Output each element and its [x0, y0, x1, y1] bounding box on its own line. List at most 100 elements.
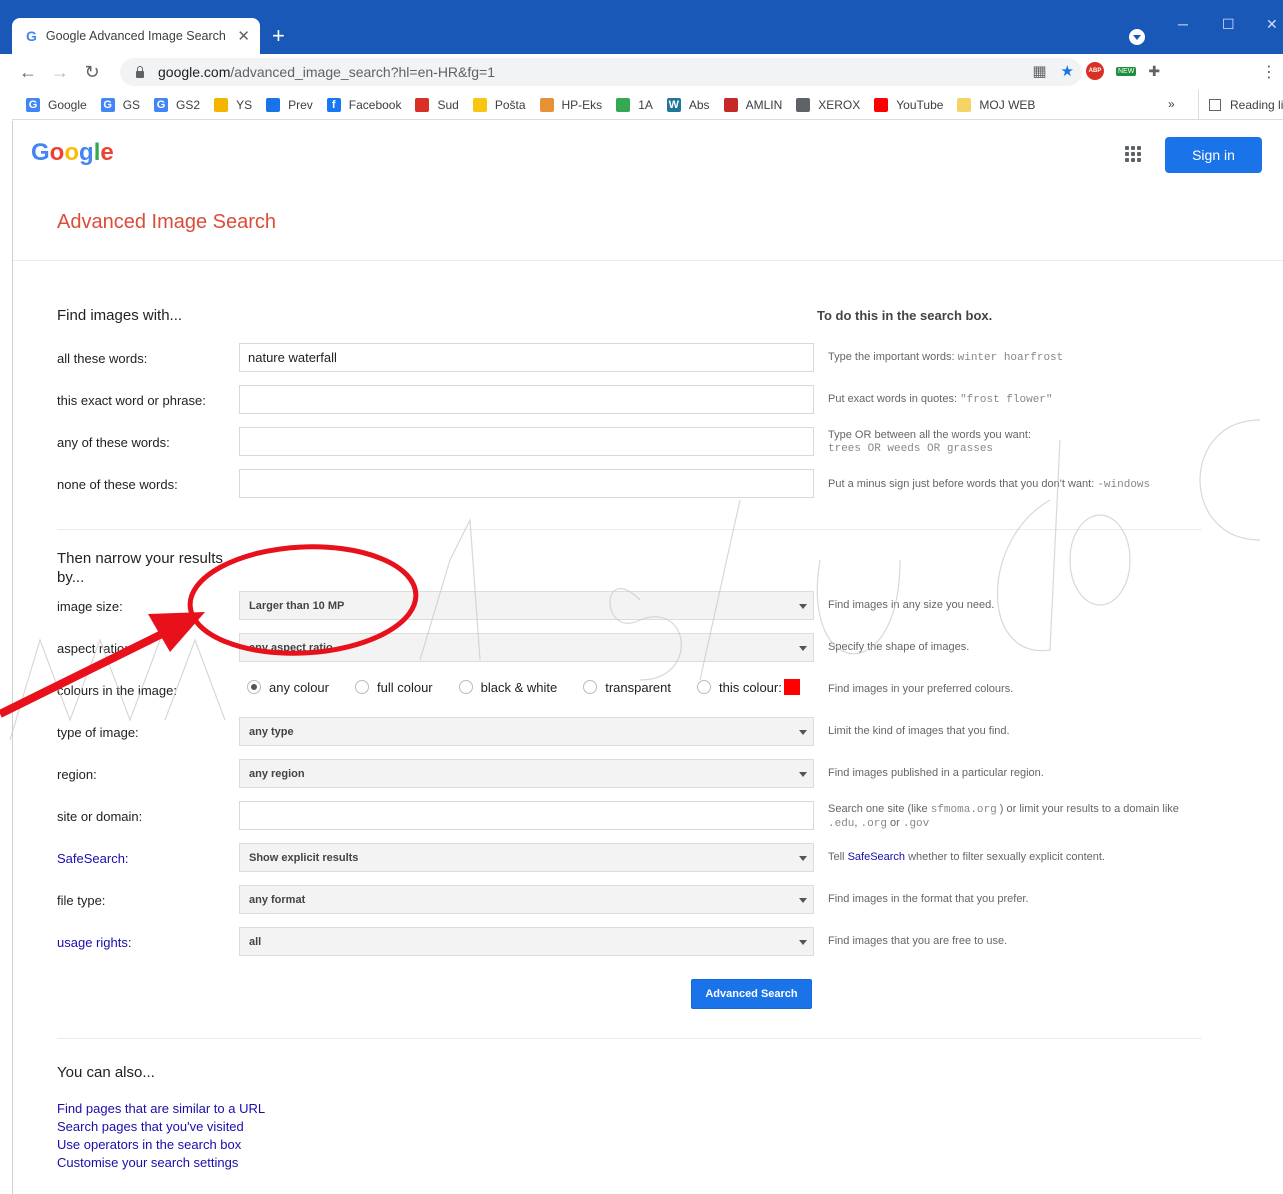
bookmark-icon: G	[100, 97, 115, 112]
safesearch-select[interactable]: Show explicit results	[239, 843, 814, 872]
none-words-hint: Put a minus sign just before words that …	[828, 478, 1151, 491]
google-favicon-icon: G	[26, 28, 37, 44]
also-heading: You can also...	[57, 1064, 155, 1081]
bookmark-item[interactable]: G GS2	[154, 97, 200, 112]
image-size-select[interactable]: Larger than 10 MP	[239, 591, 814, 620]
colour-swatch[interactable]	[783, 679, 800, 695]
any-words-input[interactable]	[239, 427, 814, 456]
search-settings-link[interactable]: Customise your search settings	[57, 1155, 238, 1170]
bookmark-item[interactable]: f Facebook	[326, 97, 402, 112]
safesearch-link[interactable]: SafeSearch:	[57, 851, 129, 866]
colours-label: colours in the image:	[57, 683, 177, 698]
new-extension-icon[interactable]: NEW	[1116, 66, 1137, 76]
file-type-select[interactable]: any format	[239, 885, 814, 914]
bookmark-item[interactable]: W Abs	[666, 97, 710, 112]
bookmark-item[interactable]: HP-Eks	[539, 97, 603, 112]
bookmark-item[interactable]: 1A	[616, 97, 653, 112]
bookmark-item[interactable]: XEROX	[796, 97, 860, 112]
region-label: region:	[57, 767, 97, 782]
reload-icon[interactable]: ↻	[76, 62, 108, 83]
bookmark-label: Facebook	[348, 97, 402, 112]
bookmark-label: Prev	[288, 97, 313, 112]
new-tab-icon[interactable]: +	[272, 24, 285, 48]
bookmarks-more-icon[interactable]: »	[1168, 97, 1175, 111]
back-arrow-icon[interactable]: ←	[12, 62, 44, 83]
bookmark-item[interactable]: Prev	[266, 97, 313, 112]
exact-phrase-label: this exact word or phrase:	[57, 393, 206, 408]
browser-toolbar: ← → ↻ google.com/advanced_image_search?h…	[12, 54, 1283, 90]
address-bar[interactable]: google.com/advanced_image_search?hl=en-H…	[120, 58, 1082, 86]
aspect-ratio-label: aspect ratio:	[57, 641, 128, 656]
adblock-extension-icon[interactable]: ABP	[1086, 62, 1104, 80]
bookmark-icon	[616, 97, 631, 112]
radio-black-white[interactable]: black & white	[458, 680, 557, 695]
similar-url-link[interactable]: Find pages that are similar to a URL	[57, 1101, 265, 1116]
operators-link[interactable]: Use operators in the search box	[57, 1137, 241, 1152]
browser-tab[interactable]: G Google Advanced Image Search ✕	[12, 18, 260, 54]
aspect-ratio-select[interactable]: any aspect ratio	[239, 633, 814, 662]
advanced-search-button[interactable]: Advanced Search	[691, 979, 812, 1009]
browser-menu-icon[interactable]: ⋮	[1261, 62, 1277, 82]
all-words-input[interactable]	[239, 343, 814, 372]
visited-pages-link[interactable]: Search pages that you've visited	[57, 1119, 244, 1134]
usage-rights-select[interactable]: all	[239, 927, 814, 956]
exact-phrase-hint: Put exact words in quotes: "frost flower…	[828, 393, 1053, 406]
minimize-icon[interactable]: ─	[1178, 16, 1188, 32]
usage-rights-link[interactable]: usage rights:	[57, 935, 131, 950]
exact-phrase-input[interactable]	[239, 385, 814, 414]
forward-arrow-icon[interactable]: →	[44, 62, 76, 83]
colour-radio-group: any colour full colour black & white tra…	[247, 679, 800, 695]
bookmark-item[interactable]: Pošta	[472, 97, 526, 112]
chevron-down-icon	[799, 730, 807, 735]
type-hint: Limit the kind of images that you find.	[828, 725, 1010, 737]
image-size-label: image size:	[57, 599, 123, 614]
sign-in-button[interactable]: Sign in	[1165, 137, 1262, 173]
radio-any-colour[interactable]: any colour	[247, 680, 329, 695]
bookmark-item[interactable]: MOJ WEB	[957, 97, 1035, 112]
bookmark-label: YS	[236, 97, 253, 112]
maximize-icon[interactable]: ☐	[1222, 16, 1235, 33]
none-words-input[interactable]	[239, 469, 814, 498]
google-apps-icon[interactable]	[1125, 146, 1141, 162]
radio-full-colour[interactable]: full colour	[354, 680, 433, 695]
site-input[interactable]	[239, 801, 814, 830]
bookmark-item[interactable]: AMLIN	[723, 97, 782, 112]
bookmark-icon	[539, 97, 554, 112]
bookmark-item[interactable]: YS	[214, 97, 253, 112]
file-type-label: file type:	[57, 893, 106, 908]
radio-transparent[interactable]: transparent	[583, 680, 671, 695]
chevron-down-icon	[799, 898, 807, 903]
lock-icon	[134, 66, 146, 78]
bookmark-item[interactable]: YouTube	[874, 97, 943, 112]
bookmark-label: HP-Eks	[561, 97, 603, 112]
extensions-puzzle-icon[interactable]: ✚	[1148, 63, 1160, 80]
bookmark-item[interactable]: Sud	[415, 97, 459, 112]
bookmark-label: 1A	[638, 97, 653, 112]
search-box-hint-heading: To do this in the search box.	[817, 308, 993, 323]
bookmark-item[interactable]: G Google	[26, 97, 87, 112]
bookmarks-bar: G Google G GS G GS2 YS Prev f Facebook Sud Pošta HP-…	[12, 90, 1283, 120]
page-content: Google Sign in Advanced Image Search Fin…	[12, 121, 1283, 1194]
qr-code-icon[interactable]: ▦	[1032, 62, 1046, 80]
any-words-label: any of these words:	[57, 435, 170, 450]
profile-menu-icon[interactable]	[1129, 29, 1145, 45]
type-select[interactable]: any type	[239, 717, 814, 746]
tab-close-icon[interactable]: ✕	[237, 27, 250, 45]
safesearch-hint-link[interactable]: SafeSearch	[848, 851, 905, 863]
radio-icon	[583, 680, 598, 694]
chevron-down-icon	[799, 940, 807, 945]
region-select[interactable]: any region	[239, 759, 814, 788]
bookmark-star-icon[interactable]: ★	[1061, 62, 1074, 80]
radio-this-colour[interactable]: this colour:	[696, 679, 800, 695]
reading-list-button[interactable]: Reading list	[1198, 90, 1283, 120]
find-images-heading: Find images with...	[57, 307, 183, 324]
usage-rights-hint: Find images that you are free to use.	[828, 935, 1008, 947]
bookmark-label: Abs	[688, 97, 710, 112]
safesearch-hint: Tell SafeSearch whether to filter sexual…	[828, 851, 1105, 863]
narrow-results-heading: Then narrow your results by...	[57, 550, 223, 586]
bookmark-item[interactable]: G GS	[100, 97, 140, 112]
window-close-icon[interactable]: ✕	[1266, 16, 1278, 33]
google-logo[interactable]: Google	[31, 139, 114, 167]
bookmark-icon: f	[326, 97, 341, 112]
type-label: type of image:	[57, 725, 139, 740]
